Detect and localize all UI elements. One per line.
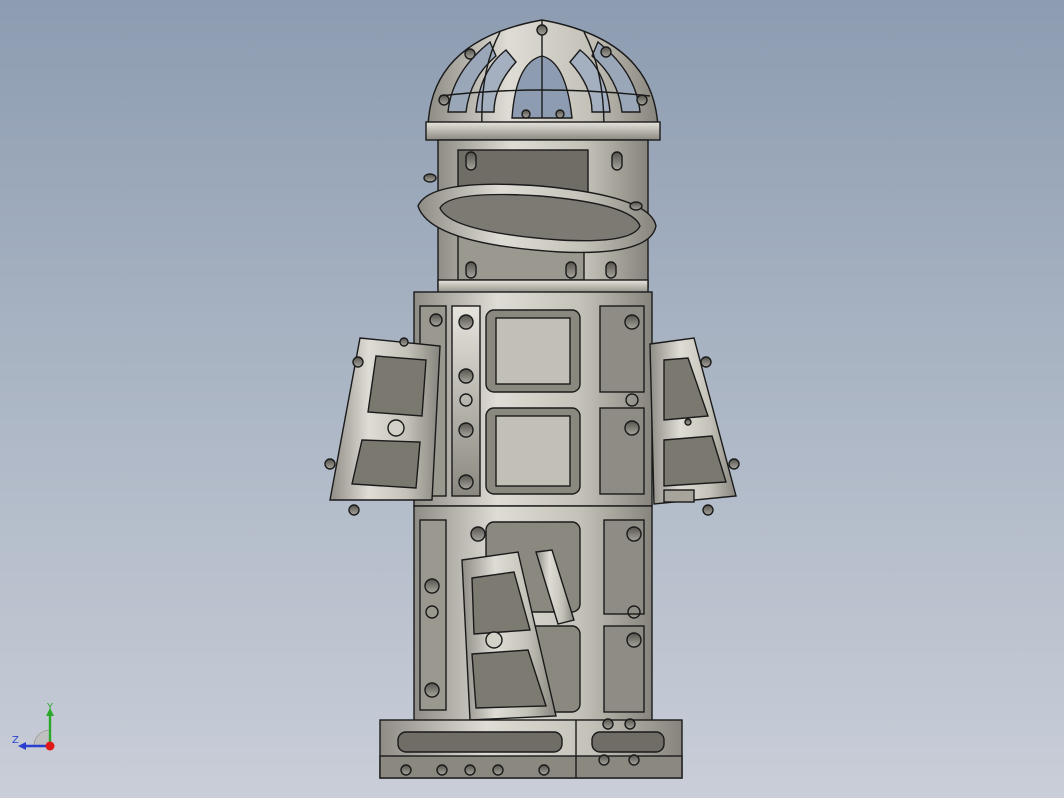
upper-collar[interactable] [417,139,657,295]
axis-triad[interactable] [12,700,72,760]
right-bracket[interactable] [649,337,740,516]
base-plate[interactable] [379,718,683,779]
body-block-upper[interactable] [413,291,653,507]
x-axis-icon [45,741,55,751]
z-arrow-icon [18,742,26,750]
z-axis-label: Z [12,735,19,746]
cad-viewport[interactable]: Y Z [0,0,1064,798]
left-bracket[interactable] [324,337,441,516]
dome-cage[interactable] [425,19,661,141]
assembly-model[interactable] [0,0,1064,798]
y-axis-label: Y [47,702,54,713]
